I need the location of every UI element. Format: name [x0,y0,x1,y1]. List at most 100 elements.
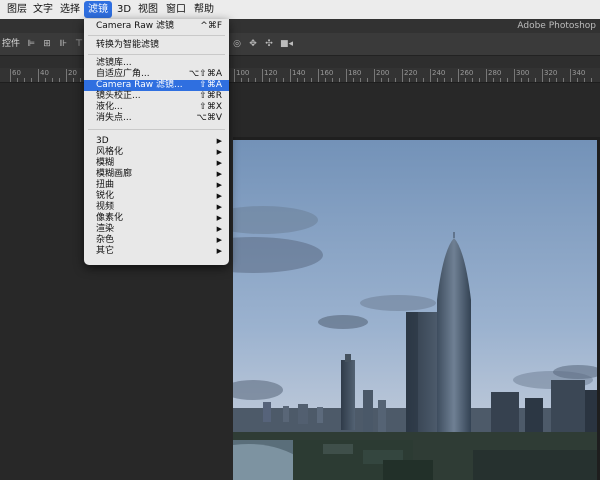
ruler-minor-tick [339,78,340,82]
ruler-minor-tick [465,78,466,82]
ruler-minor-tick [248,78,249,82]
ruler-tick [374,69,375,82]
ruler-tick [486,69,487,82]
align-left-icon[interactable]: ⊫ [26,39,36,49]
menu-item-liquify[interactable]: 液化... ⇧⌘X [84,102,229,113]
menu-item-filter-gallery[interactable]: 滤镜库... [84,58,229,69]
ruler-minor-tick [423,78,424,82]
menu-item-blur[interactable]: 模糊 ▶ [84,158,229,169]
menu-divider [88,129,225,130]
ruler-minor-tick [472,78,473,82]
ruler-minor-tick [500,78,501,82]
submenu-arrow-icon: ▶ [216,159,222,167]
shortcut: ⇧⌘X [199,102,222,112]
menu-item-pixelate[interactable]: 像素化 ▶ [84,213,229,224]
ruler-minor-tick [24,78,25,82]
shortcut: ⇧⌘R [199,91,222,101]
pan-3d-icon[interactable]: ✥ [248,39,258,49]
menu-item-render[interactable]: 渲染 ▶ [84,224,229,235]
menu-item-camera-raw-filter[interactable]: Camera Raw 滤镜... ⇧⌘A [84,80,229,91]
menu-item-convert-smart-filter[interactable]: 转换为智能滤镜 [84,40,229,51]
submenu-arrow-icon: ▶ [216,148,222,156]
menu-help[interactable]: 帮助 [190,0,218,19]
ruler-minor-tick [304,78,305,82]
ruler-tick-label: 200 [376,69,390,77]
submenu-arrow-icon: ▶ [216,192,222,200]
shortcut: ⌥⌘V [196,113,222,123]
submenu-arrow-icon: ▶ [216,181,222,189]
ruler-tick [66,69,67,82]
ruler-minor-tick [556,78,557,82]
submenu-arrow-icon: ▶ [216,137,222,145]
menu-view[interactable]: 视图 [134,0,162,19]
ruler-tick-label: 100 [236,69,250,77]
ruler-tick-label: 320 [544,69,558,77]
ruler-tick [430,69,431,82]
menu-3d[interactable]: 3D [113,0,135,19]
slide-3d-icon[interactable]: ✣ [264,39,274,49]
ruler-minor-tick [591,78,592,82]
submenu-arrow-icon: ▶ [216,203,222,211]
menu-item-last-filter[interactable]: Camera Raw 滤镜 ^⌘F [84,21,229,32]
ruler-tick-label: 140 [292,69,306,77]
ruler-minor-tick [17,78,18,82]
app-title: Adobe Photoshop [517,21,596,31]
menu-item-3d[interactable]: 3D ▶ [84,136,229,147]
align-center-icon[interactable]: ⊞ [42,39,52,49]
ruler-tick-label: 20 [68,69,77,77]
align-right-icon[interactable]: ⊪ [58,39,68,49]
ruler-minor-tick [493,78,494,82]
ruler-tick-label: 240 [432,69,446,77]
ruler-tick-label: 300 [516,69,530,77]
ruler-tick [514,69,515,82]
menu-item-vanishing-point[interactable]: 消失点... ⌥⌘V [84,113,229,124]
ruler-tick [262,69,263,82]
shortcut: ^⌘F [200,21,222,31]
menu-divider [88,54,225,55]
city-skyline-photo [233,140,597,480]
ruler-tick-label: 120 [264,69,278,77]
menu-item-noise[interactable]: 杂色 ▶ [84,235,229,246]
menu-item-stylize[interactable]: 风格化 ▶ [84,147,229,158]
menu-item-sharpen[interactable]: 锐化 ▶ [84,191,229,202]
align-top-icon[interactable]: ⊤ [74,39,84,49]
ruler-minor-tick [80,78,81,82]
camera-3d-icon[interactable]: ■◂ [280,39,293,49]
ruler-minor-tick [59,78,60,82]
ruler-minor-tick [325,78,326,82]
menu-item-adaptive-wide-angle[interactable]: 自适应广角... ⌥⇧⌘A [84,69,229,80]
ruler-minor-tick [297,78,298,82]
ruler-minor-tick [528,78,529,82]
menu-select[interactable]: 选择 [56,0,84,19]
ruler-minor-tick [577,78,578,82]
ruler-minor-tick [479,78,480,82]
ruler-tick [10,69,11,82]
ruler-minor-tick [360,78,361,82]
menu-item-video[interactable]: 视频 ▶ [84,202,229,213]
submenu-arrow-icon: ▶ [216,170,222,178]
ruler-tick-label: 220 [404,69,418,77]
menu-window[interactable]: 窗口 [162,0,190,19]
ruler-tick [38,69,39,82]
menu-filter[interactable]: 滤镜 [84,1,112,18]
menu-item-other[interactable]: 其它 ▶ [84,246,229,257]
ruler-minor-tick [451,78,452,82]
menu-layer[interactable]: 图层 [3,0,31,19]
menu-type[interactable]: 文字 [29,0,57,19]
ruler-tick-label: 160 [320,69,334,77]
menu-item-blur-gallery[interactable]: 模糊画廊 ▶ [84,169,229,180]
ruler-minor-tick [444,78,445,82]
orbit-3d-icon[interactable]: ◎ [232,39,242,49]
menu-item-lens-correction[interactable]: 镜头校正... ⇧⌘R [84,91,229,102]
filter-menu: Camera Raw 滤镜 ^⌘F 转换为智能滤镜 滤镜库... 自适应广角..… [84,19,229,265]
submenu-arrow-icon: ▶ [216,247,222,255]
ruler-minor-tick [255,78,256,82]
ruler-minor-tick [332,78,333,82]
ruler-minor-tick [276,78,277,82]
image-canvas[interactable] [233,140,597,480]
ruler-tick [234,69,235,82]
ruler-minor-tick [584,78,585,82]
ruler-minor-tick [535,78,536,82]
ruler-minor-tick [395,78,396,82]
menu-item-distort[interactable]: 扭曲 ▶ [84,180,229,191]
